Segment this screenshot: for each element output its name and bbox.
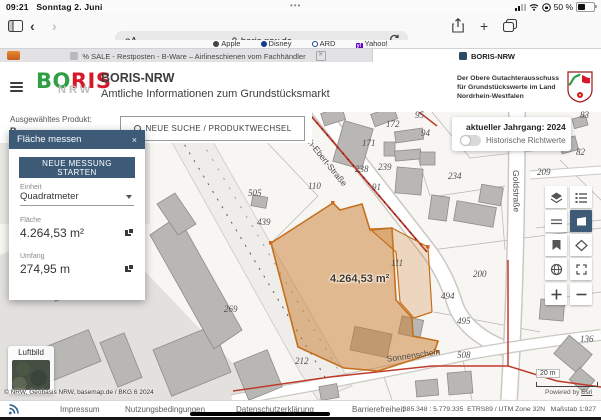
esri-link[interactable]: Esri [581, 389, 592, 396]
new-search-button[interactable]: NEUE SUCHE / PRODUKTWECHSEL [120, 116, 305, 141]
measure-distance-button[interactable] [545, 210, 567, 232]
perimeter-field-label: Umfang [20, 253, 45, 260]
zoom-in-button[interactable] [545, 283, 567, 305]
layers-icon [550, 191, 563, 204]
powered-by-esri: Powered by Esri [545, 389, 592, 396]
measurement-annotation: 4.264,53 m² [330, 273, 389, 285]
tab-close-icon[interactable]: ✕ [316, 51, 326, 61]
fullscreen-button[interactable] [570, 258, 592, 280]
layers-button[interactable] [545, 186, 567, 208]
basemap-icon [575, 239, 588, 252]
aerial-thumbnail[interactable] [12, 360, 50, 390]
page-subtitle: Amtliche Informationen zum Grundstücksma… [101, 88, 330, 100]
footer-link-impressum[interactable]: Impressum [60, 405, 100, 414]
tab1-favicon [70, 52, 78, 60]
sidebar-icon[interactable] [8, 20, 23, 32]
basemap-switcher-label: Luftbild [8, 348, 54, 357]
scale-bar-label: 20 m [536, 369, 560, 378]
favorite-apple[interactable]: Apple [213, 39, 240, 48]
tab2-favicon [459, 52, 467, 60]
unit-select[interactable]: Quadratmeter [20, 191, 134, 206]
tabs-icon[interactable] [503, 19, 517, 32]
pinned-tab-icon[interactable] [7, 51, 20, 60]
browser-toolbar: ‹ › aA boris.nrw.de + [0, 14, 601, 40]
back-button[interactable]: ‹ [30, 19, 35, 33]
legend-button[interactable] [570, 186, 592, 208]
battery-icon [576, 2, 595, 12]
area-field-label: Fläche [20, 217, 41, 224]
minus-icon [575, 288, 588, 301]
close-icon[interactable]: × [132, 135, 137, 145]
share-icon[interactable] [452, 18, 464, 33]
tab-bar: % SALE - Restposten - B-Ware – Airlinesc… [0, 48, 601, 63]
clock: 09:21 [6, 2, 29, 12]
ruler-icon [550, 215, 563, 228]
authority-text: Der Obere Gutachterausschuss für Grundst… [457, 74, 559, 102]
unit-label: Einheit [20, 184, 41, 191]
measure-dialog-header[interactable]: Fläche messen × [9, 130, 145, 149]
map-coordinates: 385.348 : 5.779.335 [403, 406, 463, 413]
map-scale-label: Maßstab 1:927 [551, 406, 596, 413]
cellular-signal-icon [515, 4, 526, 11]
bookmark-button[interactable] [545, 234, 567, 256]
bookmark-icon [551, 239, 562, 251]
crs-label: ETRS89 / UTM Zone 32N [467, 406, 545, 413]
tab-sale-restposten[interactable]: % SALE - Restposten - B-Ware – Airlinesc… [24, 49, 373, 63]
date: Sonntag 2. Juni [36, 2, 102, 12]
measure-area-button[interactable] [570, 210, 592, 232]
measure-dialog: Fläche messen × NEUE MESSUNG STARTEN Ein… [9, 130, 145, 300]
current-year-label: aktueller Jahrgang: 2024 [466, 122, 566, 132]
perimeter-value: 274,95 m [20, 262, 70, 276]
basemap-button[interactable] [570, 234, 592, 256]
menu-icon[interactable] [10, 82, 23, 92]
app-header: BORIS NRW BORIS-NRW Amtliche Information… [0, 62, 601, 113]
scale-bar-bracket [536, 382, 598, 387]
scale-bar: 20 m [536, 370, 560, 377]
ard-icon [312, 41, 318, 47]
copy-area-icon[interactable] [125, 228, 134, 237]
area-value: 4.264,53 m² [20, 226, 84, 240]
year-panel: aktueller Jahrgang: 2024 Historische Ric… [452, 117, 571, 151]
battery-percent: 50 % [554, 2, 573, 12]
overview-button[interactable] [545, 258, 567, 280]
chevron-down-icon [126, 195, 132, 199]
globe-icon [550, 263, 563, 276]
map-attribution: © NRW, Geobasis NRW, basemap.de / BKG 6 … [4, 389, 154, 396]
legend-icon [575, 191, 588, 204]
fullscreen-icon [575, 263, 588, 276]
historic-values-label: Historische Richtwerte [486, 136, 566, 145]
zoom-out-button[interactable] [570, 283, 592, 305]
start-measurement-button[interactable]: NEUE MESSUNG STARTEN [19, 157, 135, 178]
status-bar: 09:21 Sonntag 2. Juni ••• 50 % [0, 0, 601, 14]
footer-link-barrierefreiheit[interactable]: Barrierefreiheit [352, 405, 404, 414]
basemap-switcher[interactable]: Luftbild [8, 346, 54, 394]
screen: 09:21 Sonntag 2. Juni ••• 50 % ‹ › aA bo… [0, 0, 601, 420]
historic-values-toggle[interactable] [460, 135, 481, 146]
disney-icon [261, 41, 267, 47]
favorite-ard[interactable]: ARD [312, 39, 336, 48]
orientation-lock-icon [542, 3, 551, 12]
tab-boris-nrw[interactable]: BORIS-NRW [373, 49, 601, 63]
rss-icon[interactable] [8, 404, 19, 415]
wifi-icon [529, 3, 539, 11]
apple-icon [213, 41, 219, 47]
status-ellipsis: ••• [290, 1, 301, 10]
nrw-coat-of-arms-icon [567, 71, 593, 103]
home-indicator[interactable] [190, 412, 330, 416]
measure-area-icon [575, 215, 588, 228]
selected-product-label: Ausgewähltes Produkt: [10, 115, 92, 124]
forward-button[interactable]: › [52, 19, 57, 33]
new-tab-icon[interactable]: + [480, 18, 488, 34]
plus-icon [550, 288, 563, 301]
copy-perimeter-icon[interactable] [125, 264, 134, 273]
page-title: BORIS-NRW [101, 71, 174, 85]
favorite-disney[interactable]: Disney [261, 39, 292, 48]
